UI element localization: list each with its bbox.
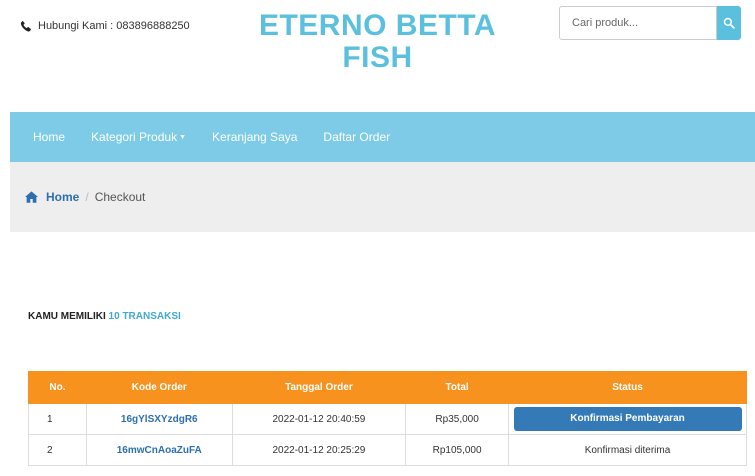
nav-label: Daftar Order xyxy=(323,130,391,144)
nav-label: Home xyxy=(33,130,66,144)
nav-item-kategori-produk[interactable]: Kategori Produk ▼ xyxy=(78,112,199,162)
order-date: 2022-01-12 20:40:59 xyxy=(231,403,407,435)
order-number: 2 xyxy=(28,434,87,466)
transaction-summary: KAMU MEMILIKI 10 TRANSAKSI xyxy=(28,311,181,322)
order-code-link[interactable]: 16mwCnAoaZuFA xyxy=(85,434,233,466)
nav-label: Kategori Produk xyxy=(91,130,178,144)
nav-item-home[interactable]: Home xyxy=(20,112,78,162)
search-input[interactable] xyxy=(559,6,717,40)
search-form xyxy=(559,6,741,40)
table-row: 2 16mwCnAoaZuFA 2022-01-12 20:25:29 Rp10… xyxy=(28,434,747,466)
order-status-cell: Konfirmasi Pembayaran xyxy=(508,403,747,435)
breadcrumb-current: Checkout xyxy=(94,190,146,204)
home-icon xyxy=(25,191,38,203)
breadcrumb-separator: / xyxy=(85,190,89,204)
brand-line-2: FISH xyxy=(342,41,413,74)
top-header: Hubungi Kami : 083896888250 ETERNO BETTA… xyxy=(0,0,755,100)
search-icon xyxy=(723,17,735,29)
order-date: 2022-01-12 20:25:29 xyxy=(231,434,407,466)
confirm-payment-button[interactable]: Konfirmasi Pembayaran xyxy=(513,407,742,431)
order-number: 1 xyxy=(28,403,87,435)
transaction-count: 10 TRANSAKSI xyxy=(108,311,181,322)
order-code-link[interactable]: 16gYlSXYzdgR6 xyxy=(85,403,233,435)
column-header-total: Total xyxy=(405,371,509,404)
column-header-status: Status xyxy=(508,371,747,404)
column-header-tanggal-order: Tanggal Order xyxy=(231,371,407,404)
table-header-row: No. Kode Order Tanggal Order Total Statu… xyxy=(28,371,747,404)
caret-down-icon: ▼ xyxy=(179,133,187,141)
order-status: Konfirmasi diterima xyxy=(508,434,747,466)
orders-table: No. Kode Order Tanggal Order Total Statu… xyxy=(28,371,747,466)
breadcrumb: Home / Checkout xyxy=(10,162,755,232)
nav-item-daftar-order[interactable]: Daftar Order xyxy=(310,112,403,162)
nav-item-keranjang-saya[interactable]: Keranjang Saya xyxy=(199,112,310,162)
search-button[interactable] xyxy=(717,6,741,40)
order-total: Rp105,000 xyxy=(405,434,509,466)
column-header-kode-order: Kode Order xyxy=(85,371,233,404)
nav-label: Keranjang Saya xyxy=(212,130,298,144)
main-navbar: Home Kategori Produk ▼ Keranjang Saya Da… xyxy=(10,112,755,162)
table-row: 1 16gYlSXYzdgR6 2022-01-12 20:40:59 Rp35… xyxy=(28,403,747,435)
column-header-no: No. xyxy=(28,371,87,404)
summary-prefix: KAMU MEMILIKI xyxy=(28,311,109,322)
breadcrumb-home-link[interactable]: Home xyxy=(46,190,79,204)
order-total: Rp35,000 xyxy=(405,403,509,435)
